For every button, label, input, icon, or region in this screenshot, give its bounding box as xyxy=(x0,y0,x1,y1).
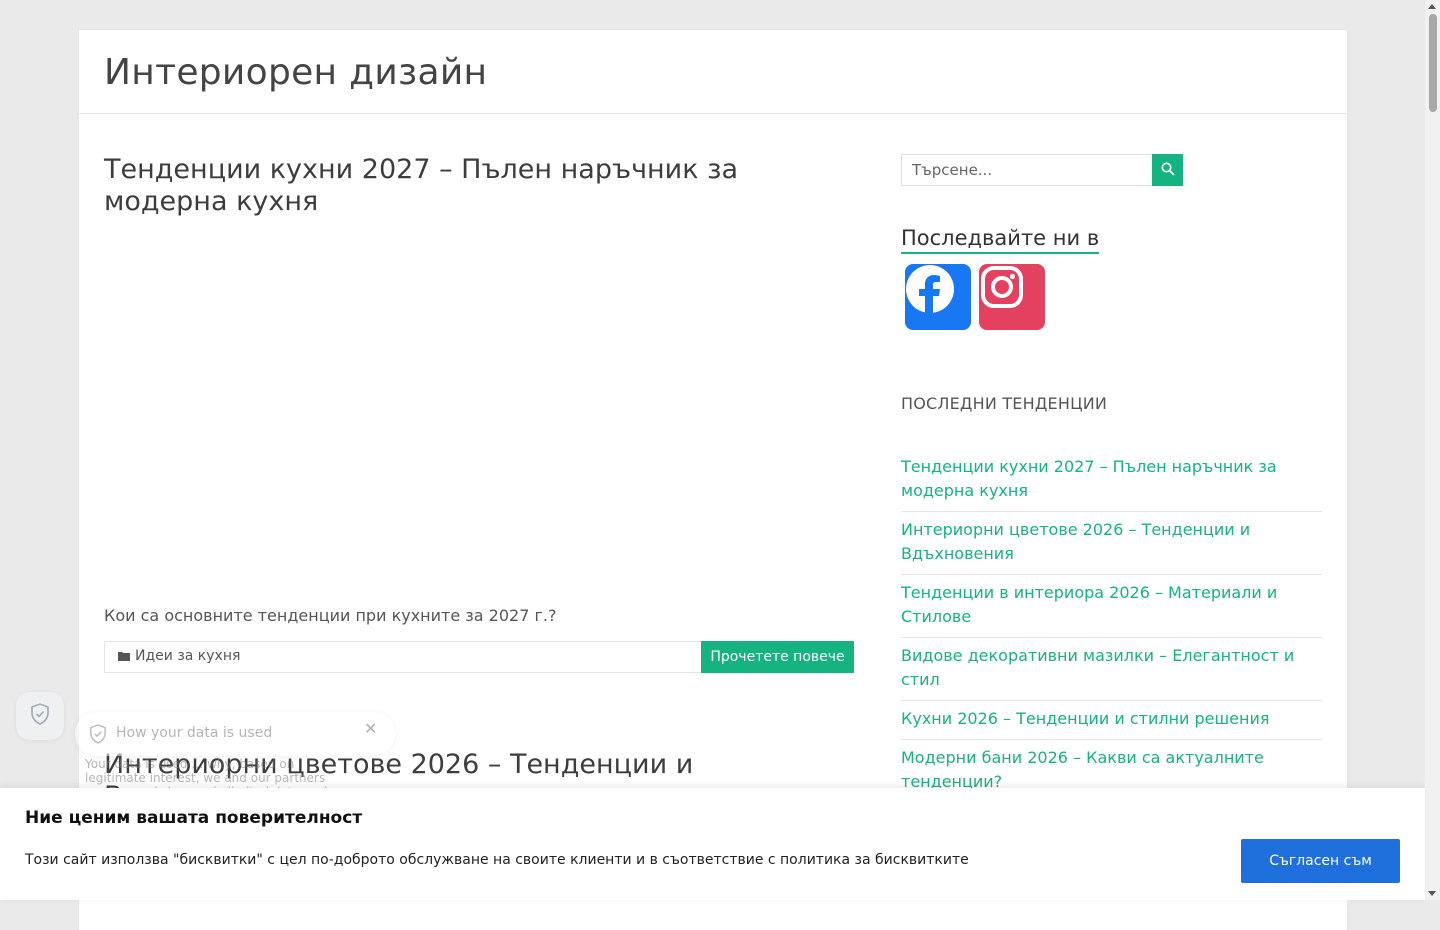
latest-post-link[interactable]: Кухни 2026 – Тенденции и стилни решения xyxy=(901,709,1270,728)
follow-title: Последвайте ни в xyxy=(901,226,1100,254)
post-title[interactable]: Тенденции кухни 2027 – Пълен наръчник за… xyxy=(104,154,854,218)
post-meta-bar: Идеи за кухня Прочетете повече xyxy=(104,641,854,673)
latest-post-link[interactable]: Тенденции в интериора 2026 – Материали и… xyxy=(901,583,1277,626)
privacy-settings-button[interactable] xyxy=(16,692,64,740)
list-item: Интериорни цветове 2026 – Тенденции и Вд… xyxy=(901,512,1322,575)
search-button[interactable] xyxy=(1152,154,1183,186)
cookie-title: Ние ценим вашата поверителност xyxy=(25,808,363,828)
category-label: Идеи за кухня xyxy=(135,648,241,664)
post-card: Тенденции кухни 2027 – Пълен наръчник за… xyxy=(104,154,854,673)
cookie-text: Този сайт използва "бисквитки" с цел по-… xyxy=(25,852,969,868)
search-icon xyxy=(1161,162,1175,179)
accept-cookies-button[interactable]: Съгласен съм xyxy=(1241,839,1400,883)
facebook-link[interactable] xyxy=(905,264,971,330)
latest-post-link[interactable]: Видове декоративни мазилки – Елегантност… xyxy=(901,646,1294,689)
scroll-down-arrow[interactable] xyxy=(1428,891,1436,896)
instagram-link[interactable] xyxy=(979,264,1045,330)
social-links xyxy=(905,264,1322,330)
latest-posts-title: ПОСЛЕДНИ ТЕНДЕНЦИИ xyxy=(901,394,1108,413)
scroll-up-arrow[interactable] xyxy=(1428,4,1436,9)
sidebar: Последвайте ни в ПОСЛЕДНИ ТЕНДЕНЦИИ Тенд… xyxy=(901,154,1322,803)
latest-post-link[interactable]: Интериорни цветове 2026 – Тенденции и Вд… xyxy=(901,520,1250,563)
shield-icon xyxy=(89,724,107,748)
post-excerpt: Кои са основните тенденции при кухните з… xyxy=(104,606,557,625)
list-item: Кухни 2026 – Тенденции и стилни решения xyxy=(901,701,1322,740)
latest-post-link[interactable]: Модерни бани 2026 – Какви са актуалните … xyxy=(901,748,1264,791)
shield-icon xyxy=(30,703,50,729)
latest-post-link[interactable]: Тенденции кухни 2027 – Пълен наръчник за… xyxy=(901,457,1277,500)
site-header: Интериорен дизайн xyxy=(79,30,1347,114)
privacy-popup-title: How your data is used xyxy=(116,725,273,741)
ad-placeholder xyxy=(104,218,854,588)
scrollbar-thumb[interactable] xyxy=(1429,14,1437,112)
instagram-icon xyxy=(979,266,1025,314)
cookie-consent-bar: Ние ценим вашата поверителност Този сайт… xyxy=(0,788,1425,900)
latest-posts-list: Тенденции кухни 2027 – Пълен наръчник за… xyxy=(901,455,1322,803)
site-title[interactable]: Интериорен дизайн xyxy=(104,52,487,93)
read-more-button[interactable]: Прочетете повече xyxy=(701,641,854,673)
search-input[interactable] xyxy=(901,154,1154,186)
list-item: Видове декоративни мазилки – Елегантност… xyxy=(901,638,1322,701)
list-item: Тенденции кухни 2027 – Пълен наръчник за… xyxy=(901,455,1322,512)
scrollbar[interactable] xyxy=(1425,0,1440,900)
facebook-icon xyxy=(905,265,955,318)
list-item: Тенденции в интериора 2026 – Материали и… xyxy=(901,575,1322,638)
privacy-popup: How your data is used ✕ xyxy=(75,712,395,756)
search-form xyxy=(901,154,1183,186)
folder-icon xyxy=(118,651,130,661)
close-icon[interactable]: ✕ xyxy=(364,719,377,738)
post-category[interactable]: Идеи за кухня xyxy=(118,648,240,664)
